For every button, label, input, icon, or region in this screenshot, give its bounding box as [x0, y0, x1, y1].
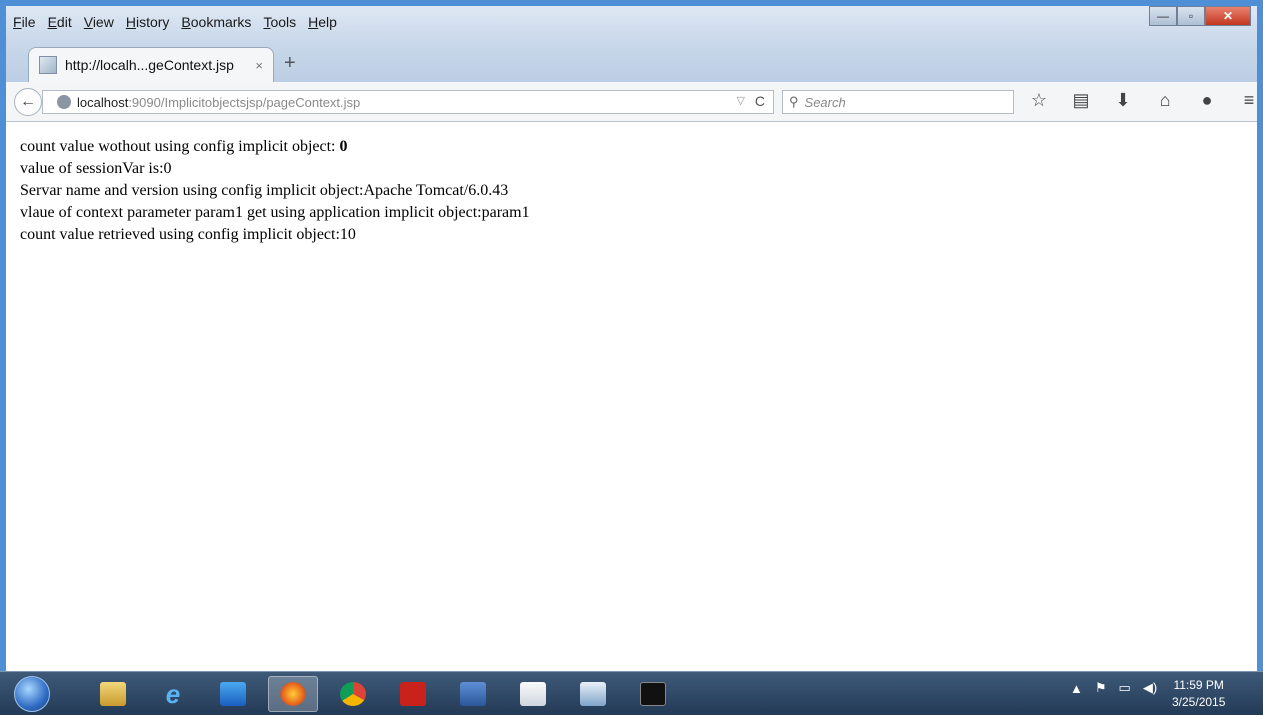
favicon-icon — [39, 56, 57, 74]
url-text[interactable]: localhost:9090/Implicitobjectsjsp/pageCo… — [77, 95, 360, 110]
tab-strip: http://localh...geContext.jsp × + — [6, 42, 1257, 82]
menu-item-file[interactable]: File — [12, 14, 37, 30]
show-hidden-icons-icon[interactable]: ▲ — [1070, 681, 1083, 696]
download-icon[interactable]: ⬇ — [1112, 90, 1134, 111]
volume-icon[interactable]: ◀) — [1143, 680, 1157, 696]
menu-icon[interactable]: ≡ — [1238, 90, 1260, 111]
menu-item-help[interactable]: Help — [307, 14, 338, 30]
taskbar: e ▲ ⚑ ▭ ◀) 11:59 PM 3/25/2015 — [0, 671, 1263, 715]
tab-title: http://localh...geContext.jsp — [65, 57, 234, 73]
clock[interactable]: 11:59 PM 3/25/2015 — [1172, 677, 1225, 711]
window-controls: — ▫ ✕ — [1149, 6, 1251, 26]
network-icon[interactable]: ▭ — [1119, 680, 1131, 696]
taskbar-apps: e — [88, 676, 678, 712]
close-window-button[interactable]: ✕ — [1205, 6, 1251, 26]
star-icon[interactable]: ☆ — [1028, 90, 1050, 111]
content-line-1: count value wothout using config implici… — [20, 138, 348, 155]
menu-item-history[interactable]: History — [125, 14, 171, 30]
hello-icon[interactable]: ● — [1196, 90, 1218, 111]
navigation-bar: ← localhost:9090/Implicitobjectsjsp/page… — [6, 82, 1257, 122]
new-tab-button[interactable]: + — [284, 52, 296, 75]
search-placeholder: Search — [804, 94, 846, 110]
clock-date: 3/25/2015 — [1172, 695, 1226, 709]
content-line-4: vlaue of context parameter param1 get us… — [20, 204, 530, 221]
page-content: count value wothout using config implici… — [20, 136, 1250, 246]
reload-icon[interactable]: C — [755, 93, 765, 109]
home-icon[interactable]: ⌂ — [1154, 90, 1176, 111]
history-dropdown-icon[interactable]: ▽ — [737, 94, 745, 107]
menu-bar: File Edit View History Bookmarks Tools Help — … — [6, 6, 1257, 42]
tab-close-icon[interactable]: × — [255, 58, 263, 73]
back-button[interactable]: ← — [14, 88, 42, 116]
presentation-icon[interactable] — [568, 676, 618, 712]
menu-item-tools[interactable]: Tools — [262, 14, 297, 30]
acrobat-icon[interactable] — [388, 676, 438, 712]
tab-active[interactable]: http://localh...geContext.jsp × — [28, 47, 274, 82]
content-line-5: count value retrieved using config impli… — [20, 226, 356, 243]
system-tray: ▲ ⚑ ▭ ◀) — [1070, 680, 1157, 696]
cmd-icon[interactable] — [628, 676, 678, 712]
maximize-button[interactable]: ▫ — [1177, 6, 1205, 26]
minimize-button[interactable]: — — [1149, 6, 1177, 26]
chrome-icon[interactable] — [328, 676, 378, 712]
clock-time: 11:59 PM — [1173, 678, 1224, 692]
word-icon[interactable] — [448, 676, 498, 712]
internet-explorer-icon[interactable]: e — [148, 676, 198, 712]
menu-item-edit[interactable]: Edit — [47, 14, 73, 30]
search-icon: ⚲ — [789, 94, 799, 109]
firefox-icon[interactable] — [268, 676, 318, 712]
bookmarks-list-icon[interactable]: ▤ — [1070, 90, 1092, 111]
file-explorer-icon[interactable] — [88, 676, 138, 712]
action-center-flag-icon[interactable]: ⚑ — [1095, 680, 1107, 696]
content-line-2: value of sessionVar is:0 — [20, 160, 172, 177]
java-icon[interactable] — [508, 676, 558, 712]
menu-item-bookmarks[interactable]: Bookmarks — [180, 14, 252, 30]
url-bar[interactable]: localhost:9090/Implicitobjectsjsp/pageCo… — [42, 90, 774, 114]
menu-item-view[interactable]: View — [83, 14, 115, 30]
media-player-icon[interactable] — [208, 676, 258, 712]
search-bar[interactable]: ⚲ Search — [782, 90, 1014, 114]
start-button[interactable] — [14, 676, 50, 712]
content-line-3: Servar name and version using config imp… — [20, 182, 509, 199]
browser-window: File Edit View History Bookmarks Tools Help — … — [0, 0, 1263, 715]
menu-items: File Edit View History Bookmarks Tools Help — [12, 14, 338, 30]
toolbar-icons: ☆ ▤ ⬇ ⌂ ● ≡ — [1028, 90, 1260, 111]
site-identity-icon[interactable] — [57, 95, 71, 109]
